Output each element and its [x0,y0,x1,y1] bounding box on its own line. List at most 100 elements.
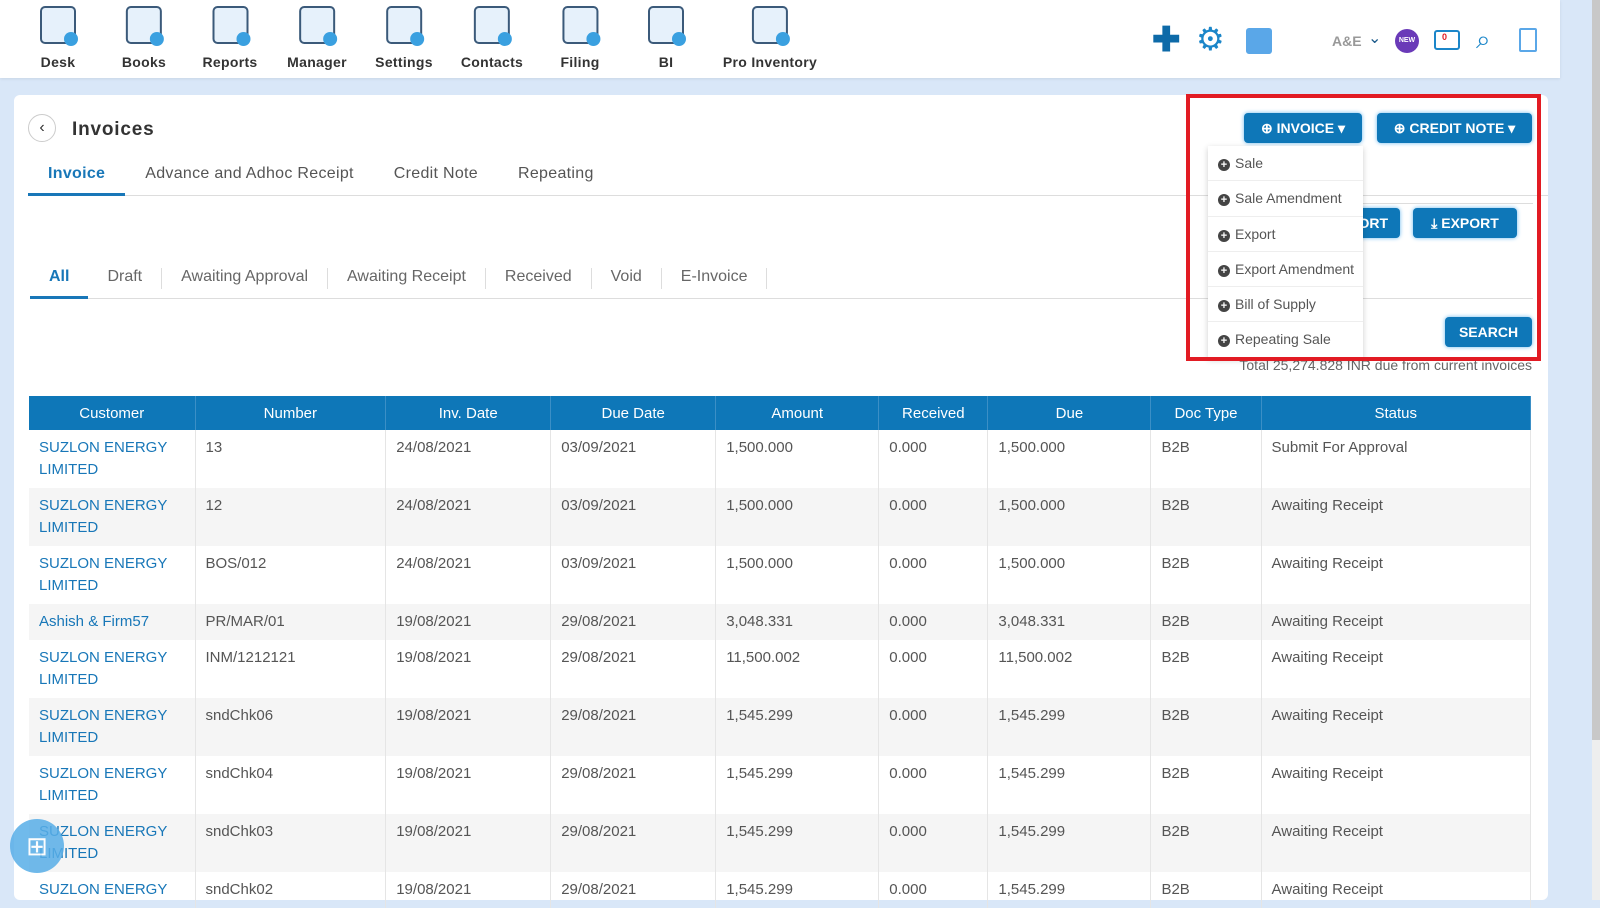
cell-customer[interactable]: Ashish & Firm57 [29,604,196,640]
document-icon[interactable] [1519,28,1537,52]
search-icon[interactable]: ⌕ [1476,24,1491,56]
nav-label: Books [121,54,167,70]
nav-item-reports[interactable]: Reports [203,6,258,70]
nav-item-desk[interactable]: Desk [40,6,78,70]
table-row[interactable]: SUZLON ENERGY LIMITED BOS/012 24/08/2021 03… [29,546,1532,604]
manager-icon [299,6,337,46]
cell-due: 1,500.000 [987,488,1152,546]
cell-due-date: 29/08/2021 [550,756,717,814]
cell-doc-type: B2B [1150,872,1262,908]
chevron-down-icon[interactable]: ⌄ [1368,28,1381,48]
cell-inv-date: 24/08/2021 [385,546,552,604]
column-header[interactable]: Doc Type [1150,396,1262,430]
cell-doc-type: B2B [1150,698,1262,756]
cell-number: sndChk02 [195,872,387,908]
table-row[interactable]: SUZLON ENERGY LIMITED 12 24/08/2021 03/09/2… [29,488,1532,546]
cell-due: 1,500.000 [987,546,1152,604]
cell-customer[interactable]: SUZLON ENERGY [29,872,196,908]
company-name[interactable]: A&E [1332,33,1362,49]
filter-tab-5[interactable]: Void [592,268,662,289]
cell-doc-type: B2B [1150,604,1262,640]
cell-amount: 1,500.000 [715,430,880,488]
nav-item-manager[interactable]: Manager [287,6,347,70]
filing-icon [562,6,600,46]
cell-inv-date: 24/08/2021 [385,488,552,546]
cell-due-date: 29/08/2021 [550,604,717,640]
cell-amount: 11,500.002 [715,640,880,698]
filter-tab-1[interactable]: Draft [88,268,163,289]
filter-tab-2[interactable]: Awaiting Approval [162,268,329,289]
tab-1[interactable]: Advance and Adhoc Receipt [125,165,374,196]
column-header[interactable]: Due Date [550,396,717,430]
cell-inv-date: 19/08/2021 [385,640,552,698]
cell-customer[interactable]: SUZLON ENERGY LIMITED [29,640,196,698]
new-badge-icon[interactable]: NEW [1395,29,1419,53]
cell-amount: 1,545.299 [715,872,880,908]
table-row[interactable]: SUZLON ENERGY LIMITED 13 24/08/2021 03/09/2… [29,430,1532,488]
cell-received: 0.000 [878,872,989,908]
nav-item-bi[interactable]: BI [648,6,686,70]
cell-doc-type: B2B [1150,640,1262,698]
table-row[interactable]: SUZLON ENERGY LIMITED sndChk06 19/08/2021 2… [29,698,1532,756]
cell-status: Awaiting Receipt [1261,814,1532,872]
cell-status: Awaiting Receipt [1261,872,1532,908]
nav-item-contacts[interactable]: Contacts [461,6,523,70]
nav-item-settings[interactable]: Settings [375,6,433,70]
add-icon[interactable]: ✚ [1152,20,1181,60]
column-header[interactable]: Due [987,396,1152,430]
tab-0[interactable]: Invoice [28,165,126,196]
column-header[interactable]: Amount [715,396,880,430]
table-row[interactable]: Ashish & Firm57 PR/MAR/01 19/08/2021 29/08/… [29,604,1532,640]
cell-received: 0.000 [878,814,989,872]
cell-received: 0.000 [878,756,989,814]
column-header[interactable]: Status [1261,396,1532,430]
column-header[interactable]: Received [878,396,989,430]
desk-icon [40,6,78,46]
cell-customer[interactable]: SUZLON ENERGY LIMITED [29,546,196,604]
tab-2[interactable]: Credit Note [374,165,498,196]
notification-bell-icon[interactable]: 0 [1434,30,1460,50]
nav-item-filing[interactable]: Filing [560,6,600,70]
scrollbar[interactable] [1592,0,1600,900]
nav-item-pro-inventory[interactable]: Pro Inventory [723,6,817,70]
filter-tab-6[interactable]: E-Invoice [662,268,768,289]
cell-inv-date: 19/08/2021 [385,814,552,872]
cell-doc-type: B2B [1150,814,1262,872]
column-header[interactable]: Inv. Date [385,396,552,430]
table-row[interactable]: SUZLON ENERGY LIMITED sndChk03 19/08/2021 2… [29,814,1532,872]
filter-tab-0[interactable]: All [30,268,89,299]
table-row[interactable]: SUZLON ENERGY LIMITED INM/1212121 19/08/20… [29,640,1532,698]
cell-amount: 1,545.299 [715,814,880,872]
cell-received: 0.000 [878,546,989,604]
table-row[interactable]: SUZLON ENERGY LIMITED sndChk04 19/08/2021 2… [29,756,1532,814]
top-nav-bar: Desk Books Reports Manager Settings Contacts F… [0,0,1560,78]
tab-3[interactable]: Repeating [498,165,614,196]
filter-tab-4[interactable]: Received [486,268,592,289]
books-icon [125,6,164,46]
cell-amount: 1,545.299 [715,698,880,756]
cell-received: 0.000 [878,640,989,698]
column-header[interactable]: Number [195,396,387,430]
cell-number: sndChk06 [195,698,387,756]
cell-due: 1,545.299 [987,698,1152,756]
cell-due: 1,545.299 [987,756,1152,814]
cell-number: PR/MAR/01 [195,604,387,640]
cell-customer[interactable]: SUZLON ENERGY LIMITED [29,698,196,756]
cell-inv-date: 19/08/2021 [385,756,552,814]
apps-grid-button[interactable]: ⊞ [10,819,64,873]
cell-customer[interactable]: SUZLON ENERGY LIMITED [29,488,196,546]
cell-due-date: 03/09/2021 [550,430,717,488]
table-row[interactable]: SUZLON ENERGY sndChk02 19/08/2021 29/08/202… [29,872,1532,908]
column-header[interactable]: Customer [29,396,196,430]
gear-icon[interactable]: ⚙ [1196,20,1225,58]
cell-customer[interactable]: SUZLON ENERGY LIMITED [29,756,196,814]
back-button[interactable]: ‹ [28,114,56,142]
cell-due: 3,048.331 [987,604,1152,640]
nav-label: Contacts [460,54,524,70]
filter-tab-3[interactable]: Awaiting Receipt [328,268,486,289]
nav-item-books[interactable]: Books [122,6,166,70]
cell-customer[interactable]: SUZLON ENERGY LIMITED [29,430,196,488]
cell-due-date: 29/08/2021 [550,698,717,756]
calculator-icon[interactable] [1246,28,1272,54]
nav-label: Reports [202,54,258,70]
